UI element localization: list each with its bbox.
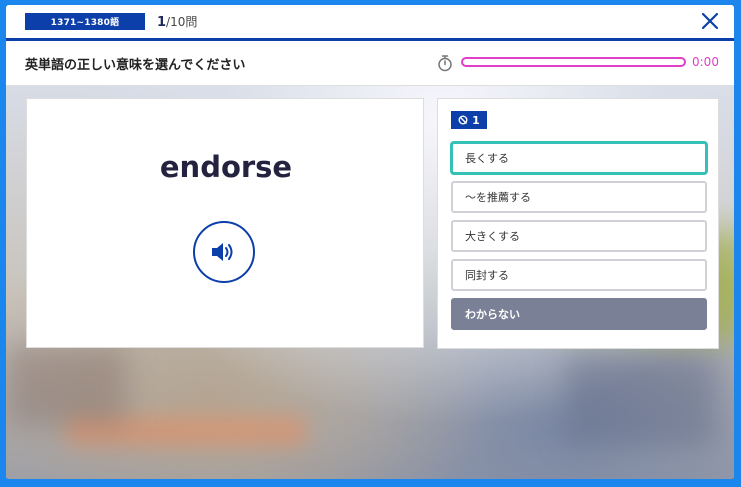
- search-icon: [458, 115, 468, 124]
- choice-label: 長くする: [465, 152, 509, 165]
- choice-label: 同封する: [465, 269, 509, 282]
- speaker-icon: [212, 243, 233, 261]
- question-number: 1: [472, 113, 480, 127]
- choice-option-2[interactable]: 〜を推薦する: [451, 181, 707, 213]
- timer-progress-bar: [461, 57, 686, 67]
- instruction-text: 英単語の正しい意味を選んでください: [25, 58, 246, 73]
- stopwatch-icon: [438, 55, 452, 72]
- word-range-badge: 1371~1380語: [25, 13, 145, 30]
- choice-label: 〜を推薦する: [465, 191, 531, 204]
- question-progress: 1 /10問: [157, 13, 197, 30]
- choice-option-1[interactable]: 長くする: [451, 142, 707, 174]
- timer-text: 0:00: [692, 55, 719, 69]
- dont-know-label: わからない: [465, 308, 520, 321]
- choice-label: 大きくする: [465, 230, 520, 243]
- play-audio-button[interactable]: [193, 221, 255, 283]
- english-word: endorse: [159, 150, 293, 184]
- quiz-window: 1371~1380語 1 /10問 英単語の正しい意味を選んでください 0:00…: [6, 5, 734, 479]
- close-button[interactable]: [700, 11, 720, 31]
- dont-know-button[interactable]: わからない: [451, 298, 707, 330]
- choices-card: 1 長くする 〜を推薦する 大きくする 同封する わからない: [437, 98, 719, 349]
- choice-option-4[interactable]: 同封する: [451, 259, 707, 291]
- total-questions: /10問: [166, 15, 198, 29]
- instruction-bar: 英単語の正しい意味を選んでください 0:00: [6, 41, 734, 86]
- choice-option-3[interactable]: 大きくする: [451, 220, 707, 252]
- close-icon: [701, 12, 719, 30]
- question-number-badge: 1: [451, 111, 487, 129]
- word-card: endorse: [26, 98, 424, 348]
- current-question-number: 1: [157, 15, 167, 30]
- top-bar: 1371~1380語 1 /10問: [6, 5, 734, 38]
